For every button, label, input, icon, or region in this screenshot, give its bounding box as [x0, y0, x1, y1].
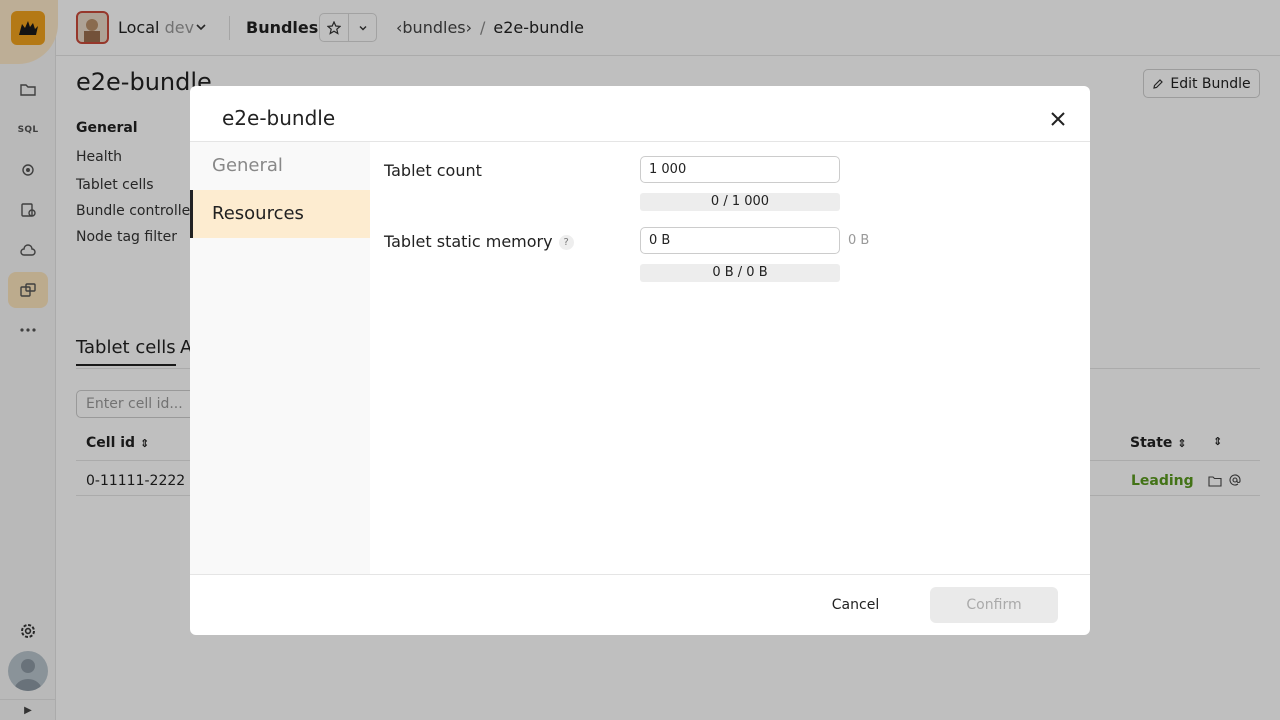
tablet-static-memory-input[interactable]: 0 B	[640, 227, 840, 254]
tablet-static-memory-label: Tablet static memory?	[384, 232, 574, 251]
confirm-button[interactable]: Confirm	[930, 587, 1058, 623]
help-icon[interactable]: ?	[558, 235, 574, 250]
dialog-nav-general[interactable]: General	[190, 142, 370, 190]
edit-bundle-dialog: e2e-bundle General Resources Tablet coun…	[190, 86, 1090, 635]
dialog-title: e2e-bundle	[222, 106, 336, 130]
dialog-nav-resources[interactable]: Resources	[190, 190, 370, 238]
tablet-static-memory-suffix: 0 B	[848, 233, 870, 248]
tablet-count-input[interactable]: 1 000	[640, 156, 840, 183]
tablet-count-usage-bar: 0 / 1 000	[640, 193, 840, 211]
tablet-count-label: Tablet count	[384, 161, 482, 180]
tablet-static-memory-usage-bar: 0 B / 0 B	[640, 264, 840, 282]
close-icon[interactable]	[1047, 108, 1069, 130]
dialog-nav: General Resources	[190, 142, 370, 574]
cancel-button[interactable]: Cancel	[820, 587, 891, 623]
